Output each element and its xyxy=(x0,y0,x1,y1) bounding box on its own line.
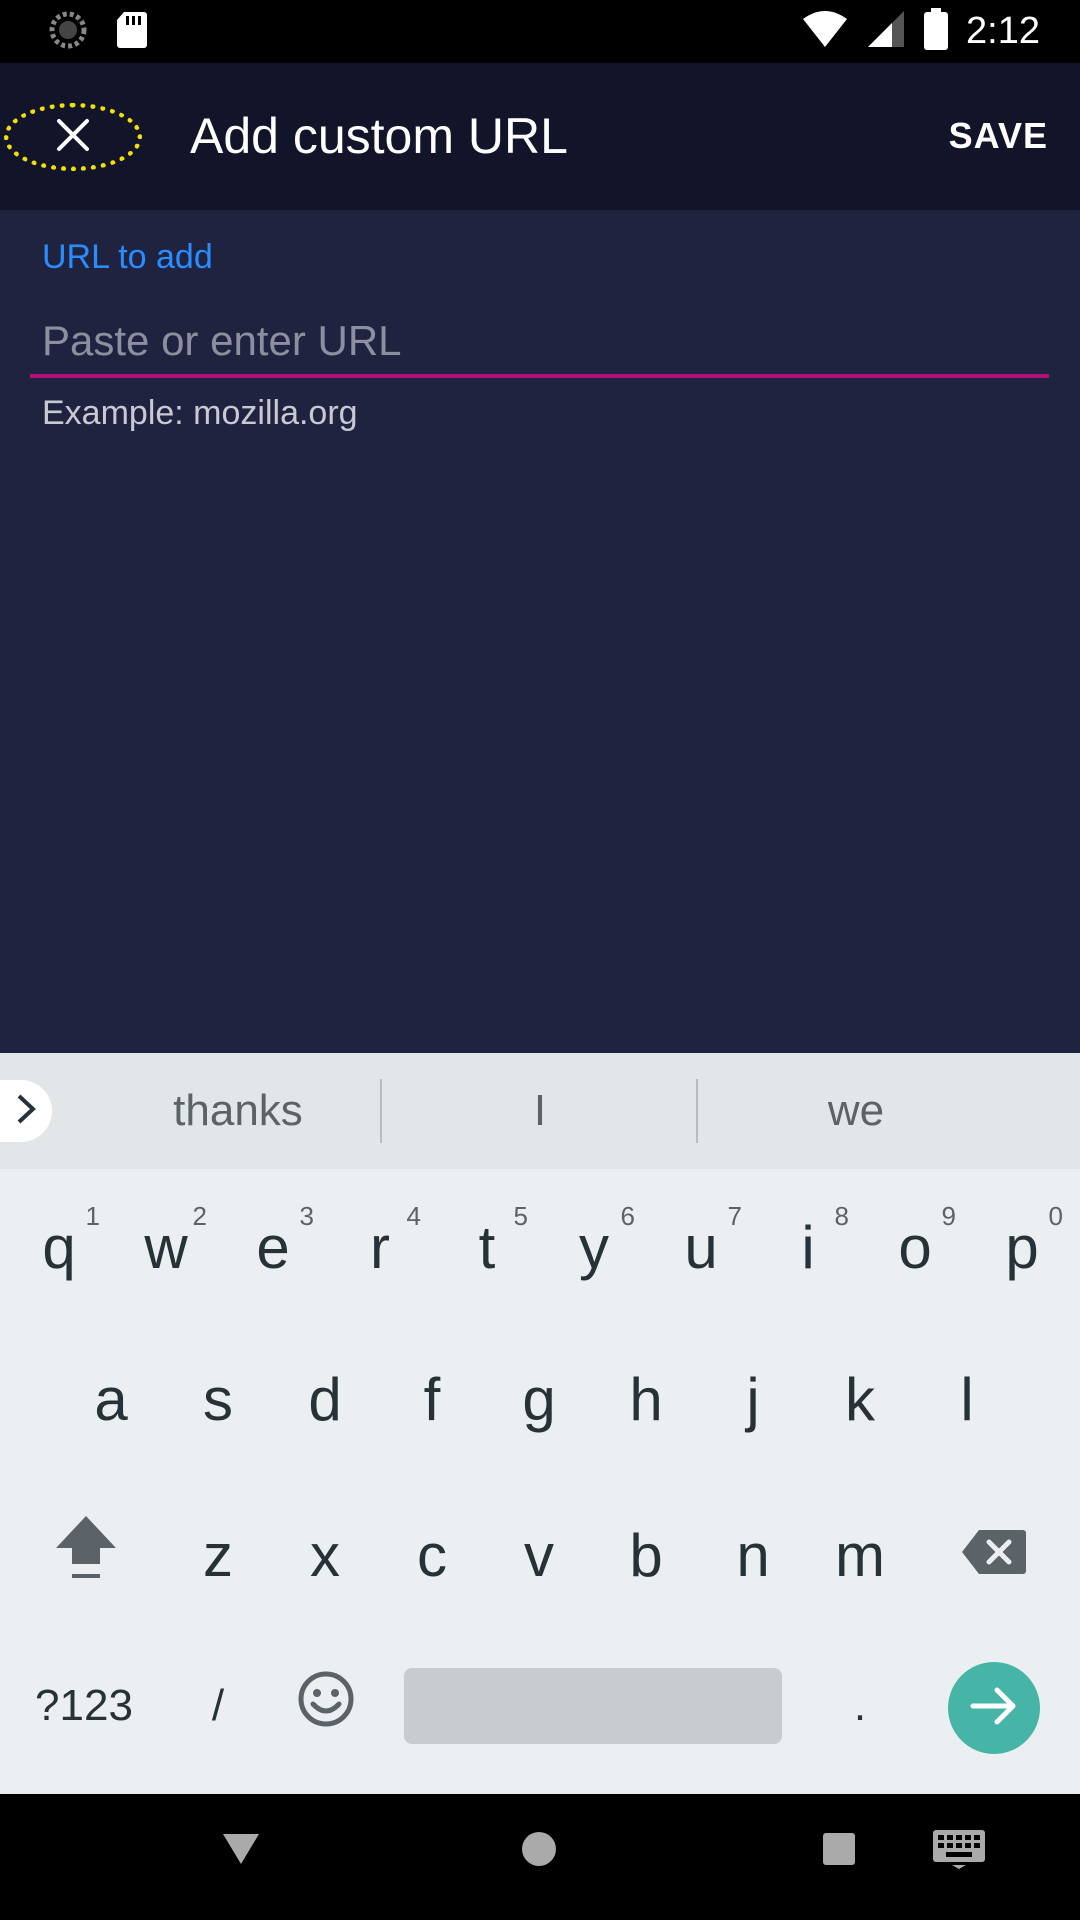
key-a[interactable]: a xyxy=(58,1347,164,1451)
key-p[interactable]: p0 xyxy=(969,1195,1075,1299)
url-input[interactable] xyxy=(30,308,1049,378)
key-k[interactable]: k xyxy=(807,1347,913,1451)
keyboard-switch-icon xyxy=(932,1829,986,1873)
wifi-icon xyxy=(802,9,848,53)
key-r[interactable]: r4 xyxy=(327,1195,433,1299)
key-o[interactable]: o9 xyxy=(862,1195,968,1299)
cell-signal-icon xyxy=(866,9,906,53)
suggestion-strip: thanks I we xyxy=(0,1053,1080,1169)
system-nav-bar xyxy=(0,1794,1080,1920)
key-v[interactable]: v xyxy=(486,1503,592,1607)
key-n[interactable]: n xyxy=(700,1503,806,1607)
save-button[interactable]: SAVE xyxy=(949,115,1048,157)
emoji-key[interactable] xyxy=(276,1658,376,1754)
key-f[interactable]: f xyxy=(379,1347,485,1451)
key-g[interactable]: g xyxy=(486,1347,592,1451)
shift-icon xyxy=(54,1512,118,1598)
back-button[interactable] xyxy=(218,1828,264,1874)
key-j[interactable]: j xyxy=(700,1347,806,1451)
key-c[interactable]: c xyxy=(379,1503,485,1607)
period-key[interactable]: . xyxy=(810,1658,910,1754)
back-icon xyxy=(221,1832,261,1870)
page-title: Add custom URL xyxy=(190,108,568,164)
key-t[interactable]: t5 xyxy=(434,1195,540,1299)
slash-key[interactable]: / xyxy=(168,1658,268,1754)
emoji-icon xyxy=(297,1670,355,1742)
loading-icon xyxy=(48,10,88,54)
sd-card-icon xyxy=(116,10,148,54)
space-key[interactable] xyxy=(404,1668,782,1744)
suggestion-1[interactable]: thanks xyxy=(80,1053,396,1169)
shift-key[interactable] xyxy=(34,1503,138,1607)
form-area: URL to add Example: mozilla.org xyxy=(0,210,1080,1053)
symbols-key[interactable]: ?123 xyxy=(20,1658,148,1754)
key-h[interactable]: h xyxy=(593,1347,699,1451)
recents-button[interactable] xyxy=(816,1828,862,1874)
key-y[interactable]: y6 xyxy=(541,1195,647,1299)
key-z[interactable]: z xyxy=(165,1503,271,1607)
url-helper-text: Example: mozilla.org xyxy=(42,394,358,432)
status-bar: 2:12 xyxy=(0,0,1080,63)
key-l[interactable]: l xyxy=(914,1347,1020,1451)
backspace-key[interactable] xyxy=(942,1503,1046,1607)
key-w[interactable]: w2 xyxy=(113,1195,219,1299)
key-u[interactable]: u7 xyxy=(648,1195,754,1299)
suggestion-3[interactable]: we xyxy=(698,1053,1014,1169)
soft-keyboard: thanks I we q1 w2 e3 r4 t5 y6 u7 i8 o9 p… xyxy=(0,1053,1080,1794)
app-bar: Add custom URL SAVE xyxy=(0,63,1080,210)
key-x[interactable]: x xyxy=(272,1503,378,1607)
status-time: 2:12 xyxy=(966,10,1040,52)
recents-icon xyxy=(822,1832,856,1870)
key-m[interactable]: m xyxy=(807,1503,913,1607)
arrow-right-icon xyxy=(969,1686,1019,1730)
chevron-right-icon xyxy=(15,1092,37,1130)
home-icon xyxy=(520,1830,558,1872)
keyboard-switch-button[interactable] xyxy=(930,1828,988,1874)
suggestion-expand-button[interactable] xyxy=(0,1080,52,1142)
backspace-icon xyxy=(961,1521,1027,1590)
home-button[interactable] xyxy=(516,1828,562,1874)
suggestion-2[interactable]: I xyxy=(382,1053,698,1169)
url-field-label: URL to add xyxy=(42,238,213,276)
close-icon xyxy=(55,117,91,157)
key-e[interactable]: e3 xyxy=(220,1195,326,1299)
close-button[interactable] xyxy=(4,103,142,171)
battery-icon xyxy=(924,8,949,54)
key-q[interactable]: q1 xyxy=(6,1195,112,1299)
key-b[interactable]: b xyxy=(593,1503,699,1607)
key-i[interactable]: i8 xyxy=(755,1195,861,1299)
key-s[interactable]: s xyxy=(165,1347,271,1451)
go-key[interactable] xyxy=(948,1662,1040,1754)
key-d[interactable]: d xyxy=(272,1347,378,1451)
